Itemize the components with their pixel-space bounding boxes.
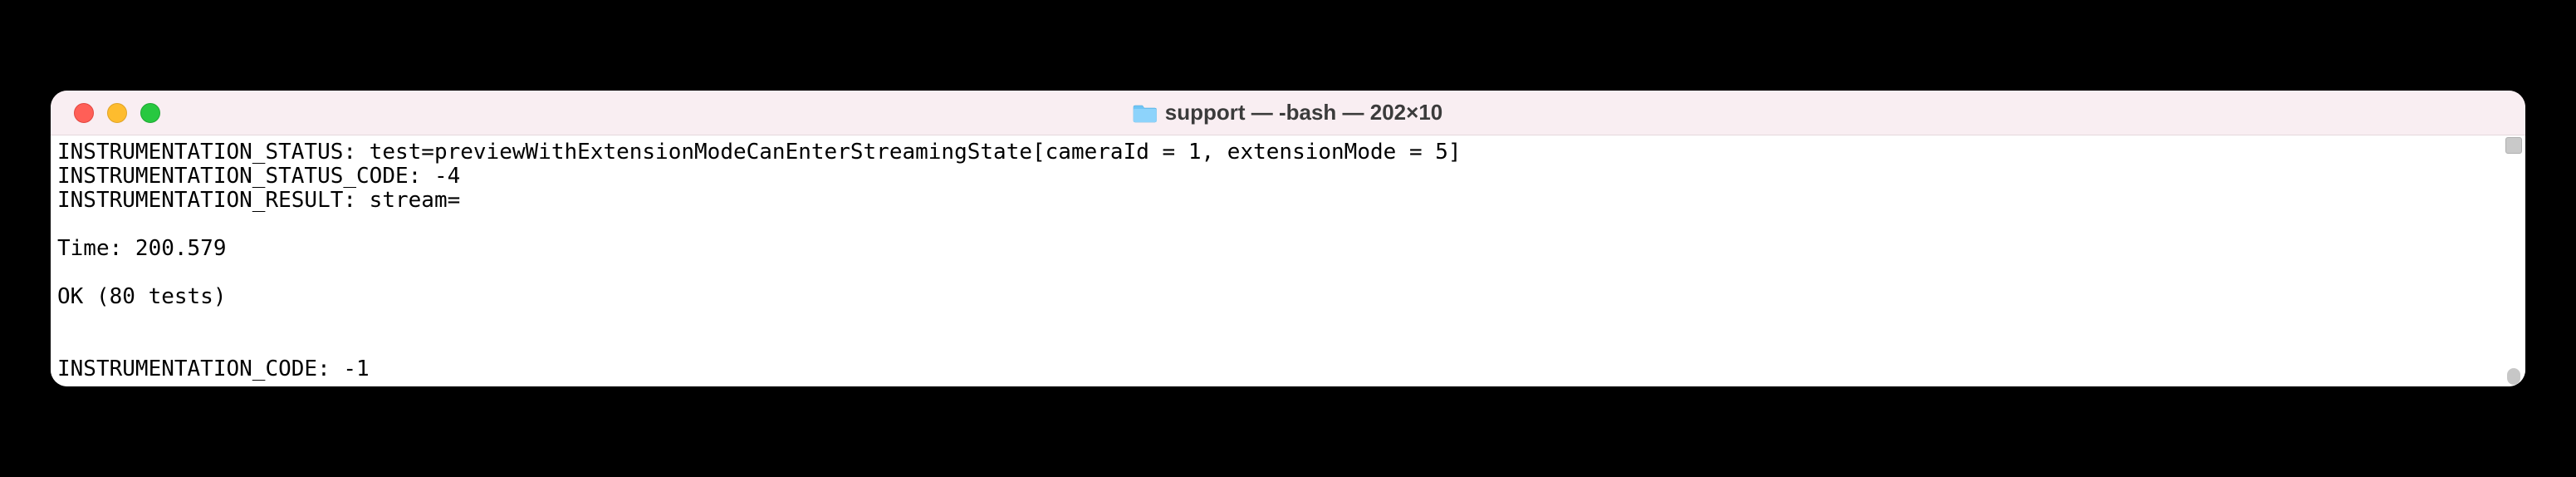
window-controls (51, 103, 160, 123)
terminal-output[interactable]: INSTRUMENTATION_STATUS: test=previewWith… (51, 135, 2525, 386)
scroll-indicator-icon (2505, 137, 2522, 154)
folder-icon (1134, 103, 1157, 123)
close-button[interactable] (74, 103, 94, 123)
window-title-group: support — -bash — 202×10 (1134, 100, 1442, 125)
scrollbar-thumb[interactable] (2507, 368, 2520, 385)
scrollbar[interactable] (2504, 137, 2524, 385)
zoom-button[interactable] (140, 103, 160, 123)
terminal-window: support — -bash — 202×10 INSTRUMENTATION… (51, 91, 2525, 386)
minimize-button[interactable] (107, 103, 127, 123)
window-title: support — -bash — 202×10 (1165, 100, 1442, 125)
titlebar[interactable]: support — -bash — 202×10 (51, 91, 2525, 135)
content-wrap: INSTRUMENTATION_STATUS: test=previewWith… (51, 135, 2525, 386)
